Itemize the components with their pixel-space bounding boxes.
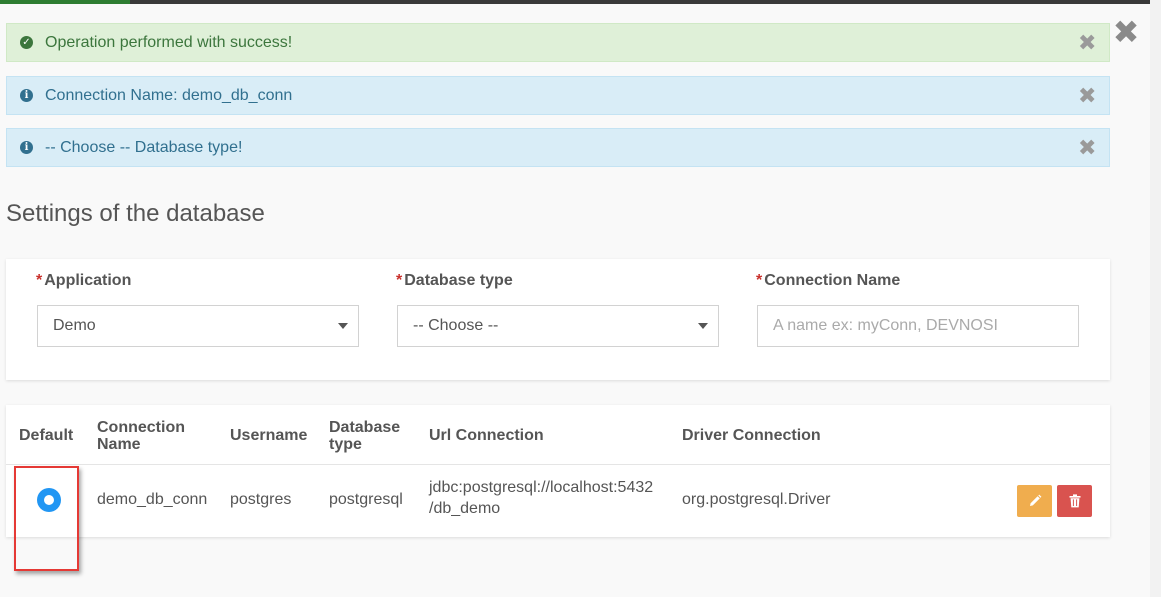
section-title: Settings of the database bbox=[6, 200, 265, 227]
cell-driver-connection: org.postgresql.Driver bbox=[682, 491, 831, 508]
header-driver-connection: Driver Connection bbox=[682, 427, 821, 444]
success-alert-message: Operation performed with success! bbox=[45, 33, 293, 51]
close-modal-icon[interactable]: ✖ bbox=[1112, 16, 1140, 48]
header-url-connection: Url Connection bbox=[429, 427, 544, 444]
delete-button[interactable] bbox=[1057, 485, 1092, 517]
database-type-label: * Database type bbox=[396, 272, 513, 290]
cell-url-line1: jdbc:postgresql://localhost:5432 bbox=[429, 479, 654, 496]
pencil-icon bbox=[1029, 494, 1041, 506]
connection-name-label: * Connection Name bbox=[756, 272, 900, 290]
header-connection-name-line2: Name bbox=[97, 436, 141, 453]
application-label-text: Application bbox=[44, 272, 132, 289]
check-circle-icon: ✓ bbox=[20, 36, 33, 49]
cell-database-type: postgresql bbox=[329, 491, 403, 508]
info-alert-connection: i Connection Name: demo_db_conn ✖ bbox=[6, 76, 1110, 115]
header-database-type-line1: Database bbox=[329, 419, 401, 436]
connections-table: Default Connection Name Username Databas… bbox=[6, 405, 1110, 537]
database-type-select-value: -- Choose -- bbox=[413, 317, 499, 334]
application-select[interactable]: Demo bbox=[37, 305, 359, 347]
connection-name-input[interactable]: A name ex: myConn, DEVNOSI bbox=[757, 305, 1079, 347]
required-marker: * bbox=[396, 272, 403, 289]
dismiss-alert-icon[interactable]: ✖ bbox=[1078, 31, 1096, 53]
database-type-label-text: Database type bbox=[404, 272, 513, 289]
cell-username: postgres bbox=[230, 491, 292, 508]
info-alert-message: Connection Name: demo_db_conn bbox=[45, 86, 293, 104]
info-circle-icon: i bbox=[20, 141, 33, 154]
info-circle-icon: i bbox=[20, 89, 33, 102]
edit-button[interactable] bbox=[1017, 485, 1052, 517]
application-label: * Application bbox=[36, 272, 131, 290]
cell-url-line2: /db_demo bbox=[429, 500, 501, 517]
chevron-down-icon bbox=[338, 323, 348, 329]
info-alert-message: -- Choose -- Database type! bbox=[45, 138, 243, 156]
success-alert: ✓ Operation performed with success! ✖ bbox=[6, 23, 1110, 62]
header-default: Default bbox=[19, 427, 74, 444]
database-type-select[interactable]: -- Choose -- bbox=[397, 305, 719, 347]
header-database-type: Database type bbox=[329, 419, 400, 453]
header-database-type-line2: type bbox=[329, 436, 362, 453]
connection-name-placeholder: A name ex: myConn, DEVNOSI bbox=[773, 317, 998, 334]
required-marker: * bbox=[36, 272, 43, 289]
header-connection-name: Connection Name bbox=[97, 419, 185, 453]
database-settings-form: * Application Demo * Database type -- Choo… bbox=[6, 259, 1110, 380]
settings-modal: ✖ ✓ Operation performed with success! ✖ … bbox=[0, 4, 1150, 597]
default-radio-highlight-annotation bbox=[14, 466, 79, 571]
dismiss-alert-icon[interactable]: ✖ bbox=[1078, 136, 1096, 158]
header-divider bbox=[6, 464, 1110, 465]
dismiss-alert-icon[interactable]: ✖ bbox=[1078, 84, 1096, 106]
page-scroll-edge bbox=[1150, 0, 1161, 597]
info-alert-database-type: i -- Choose -- Database type! ✖ bbox=[6, 128, 1110, 167]
connection-name-label-text: Connection Name bbox=[764, 272, 901, 289]
cell-url-connection: jdbc:postgresql://localhost:5432 /db_dem… bbox=[429, 477, 653, 519]
trash-icon bbox=[1069, 494, 1080, 508]
required-marker: * bbox=[756, 272, 763, 289]
header-connection-name-line1: Connection bbox=[97, 419, 185, 436]
cell-connection-name: demo_db_conn bbox=[97, 491, 208, 508]
chevron-down-icon bbox=[698, 323, 708, 329]
header-username: Username bbox=[230, 427, 308, 444]
application-select-value: Demo bbox=[53, 317, 96, 334]
